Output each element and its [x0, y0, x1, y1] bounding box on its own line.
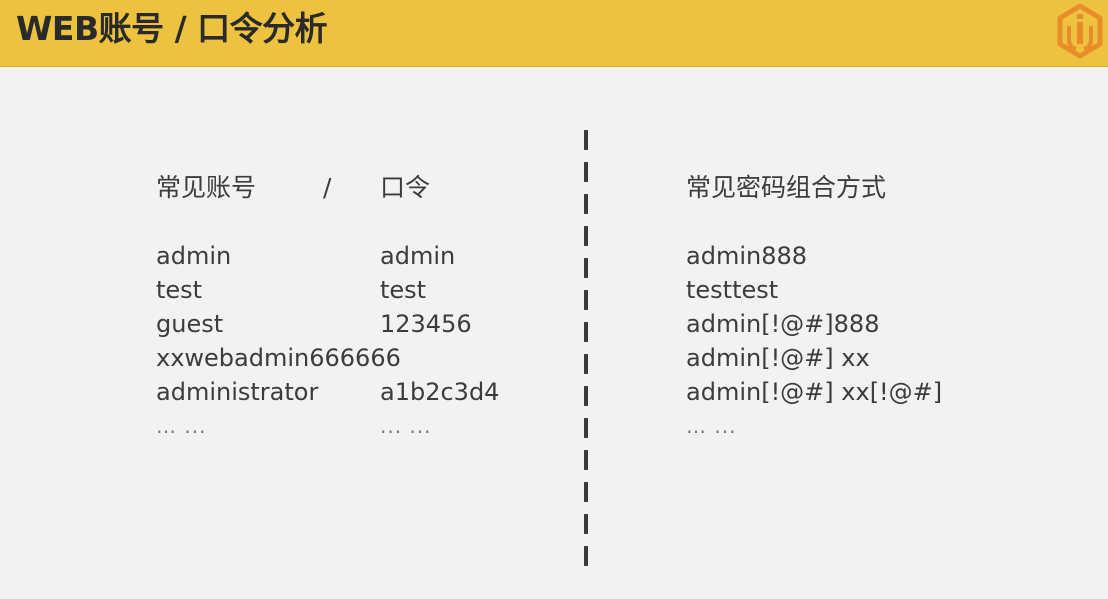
account-list: admin test guest xxwebadmin666666 admini… — [156, 239, 401, 443]
password-list: admin test 123456 a1b2c3d4 ... ... — [380, 239, 499, 443]
combination-list: admin888 testtest admin[!@#]888 admin[!@… — [686, 239, 942, 443]
account-item: test — [156, 276, 203, 304]
dashed-divider — [584, 130, 588, 574]
shield-logo-icon — [1057, 3, 1103, 59]
combination-item: admin[!@#] xx — [686, 344, 870, 372]
account-item: guest — [156, 310, 224, 338]
password-item: admin — [380, 242, 456, 270]
combination-item: admin[!@#] xx[!@#] — [686, 378, 943, 406]
password-ellipsis: ... ... — [380, 414, 432, 438]
combination-item: admin[!@#]888 — [686, 310, 880, 338]
password-item: 123456 — [380, 310, 472, 338]
combination-item: testtest — [686, 276, 779, 304]
heading-passwords: 口令 — [380, 173, 431, 202]
heading-separator: / — [323, 173, 332, 202]
password-item: a1b2c3d4 — [380, 378, 500, 406]
password-item — [380, 341, 499, 375]
page-title: WEB账号 / 口令分析 — [16, 9, 328, 48]
combination-item: admin888 — [686, 242, 808, 270]
account-ellipsis: … ... — [156, 414, 207, 438]
account-item: administrator — [156, 378, 319, 406]
password-item: test — [380, 276, 427, 304]
heading-common-accounts: 常见账号 — [156, 173, 257, 202]
combination-ellipsis: … ... — [686, 414, 737, 438]
heading-password-combinations: 常见密码组合方式 — [686, 173, 887, 202]
account-item: xxwebadmin666666 — [156, 344, 401, 372]
account-item: admin — [156, 242, 232, 270]
title-bar: WEB账号 / 口令分析 — [0, 0, 1108, 67]
